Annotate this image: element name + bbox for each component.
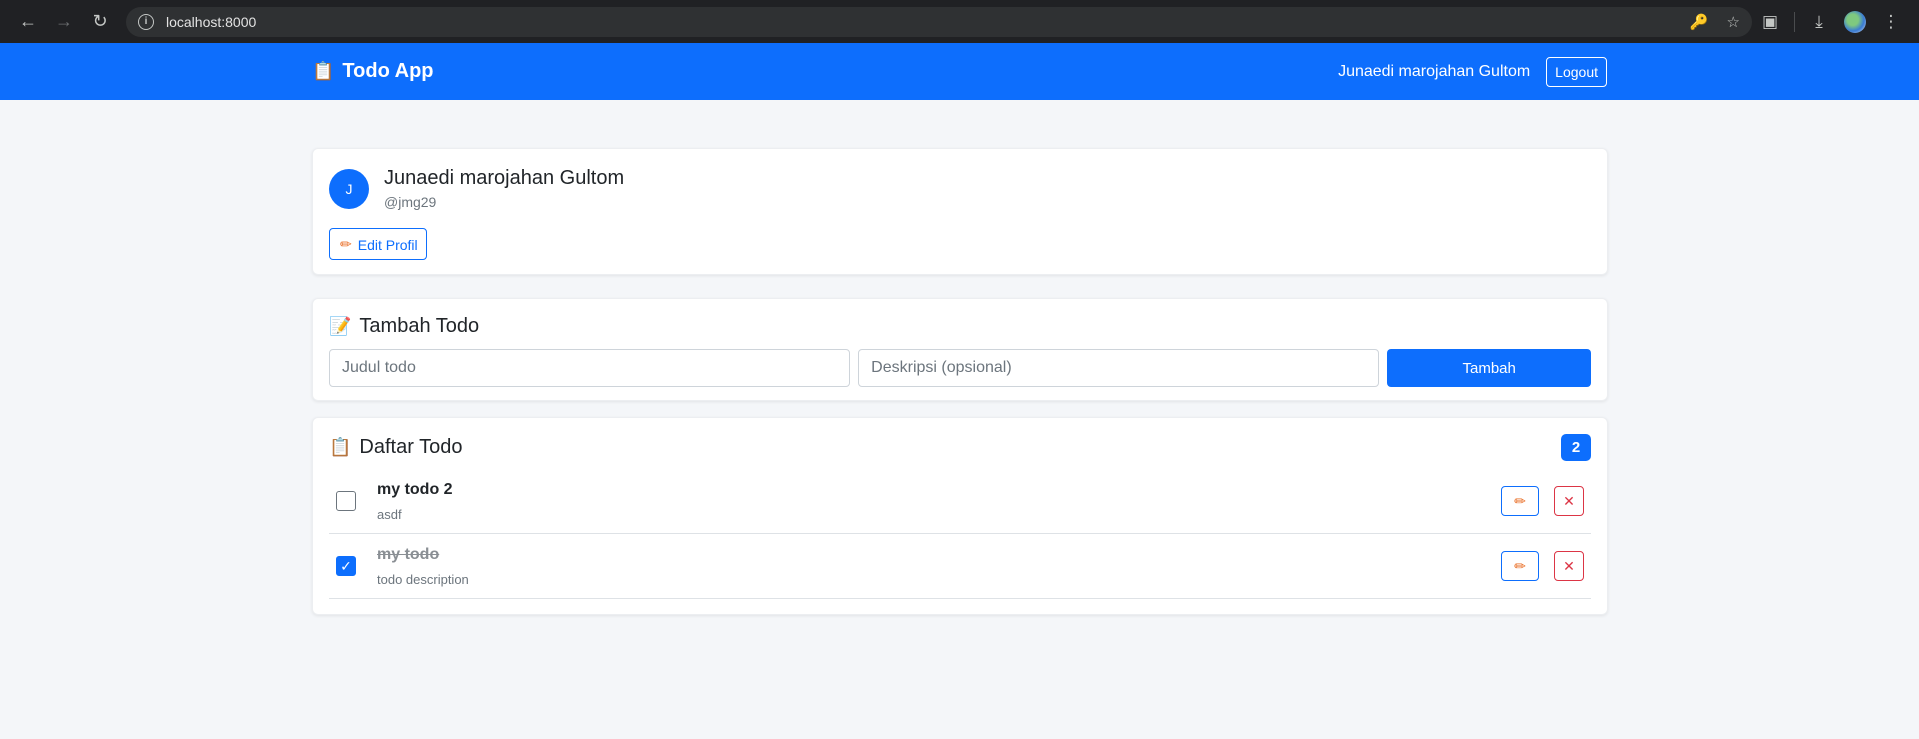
menu-kebab-icon[interactable]: ⋮ (1873, 4, 1909, 40)
todo-description: todo description (377, 571, 469, 587)
address-bar[interactable]: i localhost:8000 🔑 ☆ (126, 6, 1752, 37)
todo-description-input[interactable]: Deskripsi (opsional) (858, 349, 1380, 387)
app-navbar: 📋 Todo App Junaedi marojahan Gultom Logo… (0, 43, 1919, 100)
todo-list-heading: 📋 Daftar Todo (329, 436, 462, 459)
site-info-icon[interactable]: i (138, 13, 154, 30)
todo-title: my todo (377, 545, 440, 563)
profile-username: @jmg29 (384, 194, 437, 210)
logout-button[interactable]: Logout (1546, 56, 1607, 87)
profile-card: J Junaedi marojahan Gultom @jmg29 ✏ Edit… (312, 148, 1608, 275)
add-todo-title: Tambah Todo (359, 315, 480, 337)
edit-profile-button[interactable]: ✏ Edit Profil (329, 228, 427, 260)
extensions-icon[interactable]: ▣ (1752, 4, 1788, 40)
todo-title: my todo 2 (377, 480, 453, 498)
edit-profile-label: Edit Profil (357, 236, 418, 253)
edit-todo-button[interactable]: ✏ (1501, 486, 1539, 516)
pencil-icon: ✏ (1514, 557, 1526, 574)
avatar: J (329, 168, 369, 209)
download-icon[interactable]: ⤓ (1801, 4, 1837, 40)
todo-list: my todo 2 asdf ✏ ✕ ✓ my todo todo descri… (329, 469, 1591, 599)
edit-todo-button[interactable]: ✏ (1501, 551, 1539, 581)
reload-icon[interactable]: ↻ (82, 4, 118, 40)
navbar-user-name: Junaedi marojahan Gultom (1338, 62, 1531, 80)
pencil-icon: ✏ (340, 236, 352, 252)
todo-checkbox[interactable] (336, 491, 356, 511)
checkmark-icon: ✓ (340, 557, 352, 574)
clipboard-icon: 📋 (329, 437, 352, 457)
add-todo-button[interactable]: Tambah (1387, 349, 1591, 387)
browser-toolbar: ← → ↻ i localhost:8000 🔑 ☆ ▣ ⤓ ⋮ (0, 0, 1919, 43)
profile-avatar-icon[interactable] (1844, 10, 1866, 33)
toolbar-divider (1794, 11, 1795, 32)
brand-link[interactable]: 📋 Todo App (312, 60, 434, 83)
memo-icon: 📝 (329, 316, 352, 336)
todo-list-card: 📋 Daftar Todo 2 my todo 2 asdf ✏ ✕ ✓ my … (312, 417, 1608, 615)
list-item: my todo 2 asdf ✏ ✕ (329, 469, 1591, 534)
bookmark-star-icon[interactable]: ☆ (1727, 13, 1740, 31)
delete-todo-button[interactable]: ✕ (1554, 486, 1584, 516)
todo-checkbox[interactable]: ✓ (336, 556, 356, 576)
close-icon: ✕ (1563, 492, 1575, 509)
todo-description: asdf (377, 506, 402, 522)
add-todo-card: 📝 Tambah Todo Judul todo Deskripsi (opsi… (312, 298, 1608, 401)
delete-todo-button[interactable]: ✕ (1554, 551, 1584, 581)
todo-title-input[interactable]: Judul todo (329, 349, 851, 387)
add-todo-heading: 📝 Tambah Todo (329, 315, 1591, 338)
pencil-icon: ✏ (1514, 492, 1526, 509)
back-icon[interactable]: ← (10, 4, 46, 40)
profile-name: Junaedi marojahan Gultom (384, 167, 625, 189)
brand-title: Todo App (342, 60, 434, 82)
todo-list-title: Daftar Todo (359, 436, 463, 458)
clipboard-icon: 📋 (312, 61, 335, 81)
password-key-icon[interactable]: 🔑 (1690, 13, 1709, 31)
todo-count-badge: 2 (1561, 434, 1591, 461)
close-icon: ✕ (1563, 557, 1575, 574)
list-item: ✓ my todo todo description ✏ ✕ (329, 534, 1591, 599)
forward-icon[interactable]: → (46, 4, 82, 40)
url-text: localhost:8000 (166, 13, 257, 30)
